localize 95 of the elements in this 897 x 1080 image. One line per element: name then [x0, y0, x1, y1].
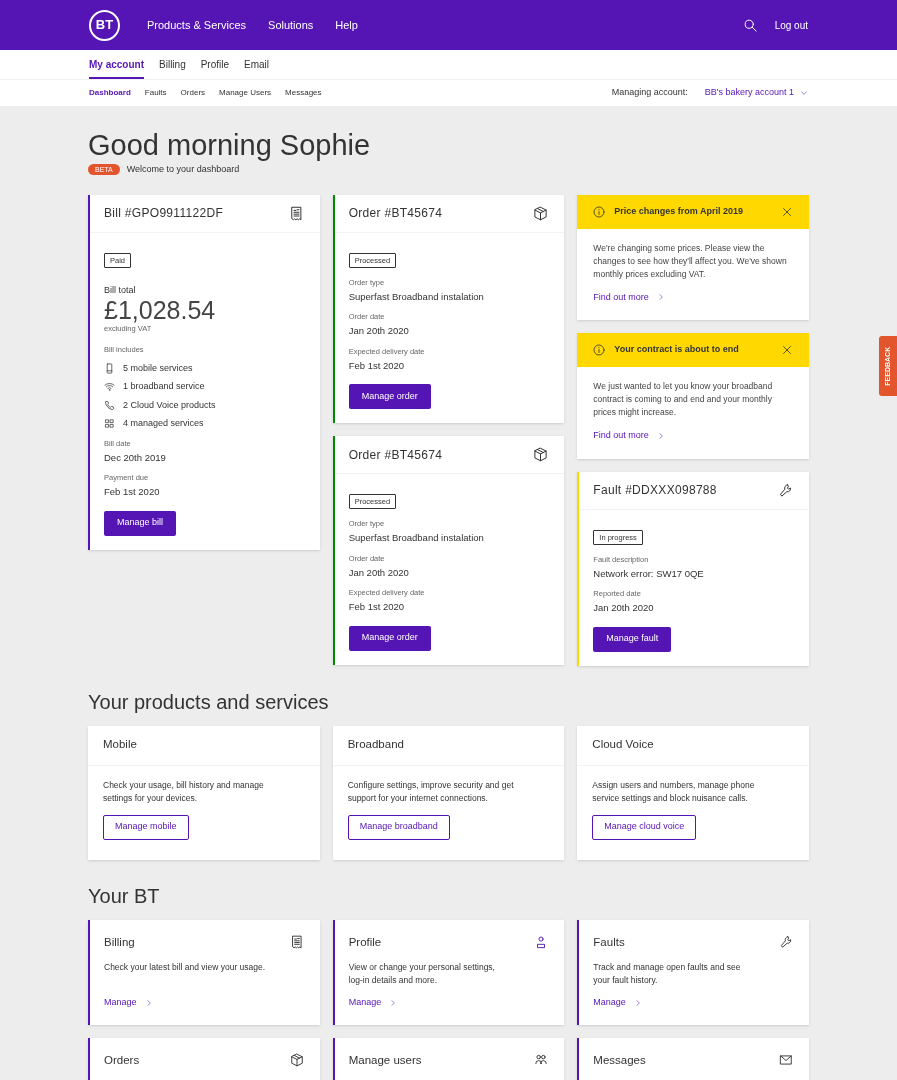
- card-title: Cloud Voice: [592, 737, 654, 753]
- account-tab[interactable]: Email: [244, 50, 270, 79]
- account-tab[interactable]: Profile: [200, 50, 230, 79]
- find-out-more-link[interactable]: Find out more: [593, 429, 665, 443]
- field-value: Feb 1st 2020: [348, 358, 406, 373]
- field-value: Feb 1st 2020: [104, 485, 161, 500]
- card-description: Check your usage, bill history and manage settings for your devices.: [103, 778, 265, 805]
- grid-icon: [104, 418, 115, 430]
- card-description: Track and manage open faults and see your fault history.: [593, 960, 742, 987]
- box-icon: [533, 447, 549, 462]
- box-icon: [533, 205, 549, 221]
- search-icon: [742, 17, 758, 33]
- bill-item: 4 managed services: [123, 417, 204, 430]
- find-out-more-link[interactable]: Find out more: [593, 290, 665, 304]
- close-button[interactable]: [781, 205, 793, 218]
- info-icon: [593, 205, 606, 218]
- receipt-icon: [288, 205, 304, 221]
- account-dropdown[interactable]: BB's bakery account 1: [704, 86, 808, 100]
- bill-item: 1 broadband service: [123, 380, 205, 393]
- manage-link[interactable]: Manage: [104, 995, 153, 1010]
- manage-button[interactable]: Manage fault: [593, 626, 672, 652]
- chevron-right-icon: [656, 431, 665, 440]
- close-button[interactable]: [781, 344, 793, 356]
- chevron-right-icon: [633, 998, 642, 1007]
- section-heading: Your BT: [88, 883, 161, 909]
- card-title: Billing: [104, 934, 135, 950]
- card-title: Profile: [348, 934, 382, 950]
- manage-button[interactable]: Manage bill: [104, 510, 177, 536]
- field-value: Jan 20th 2020: [348, 324, 410, 339]
- field-value: Feb 1st 2020: [348, 600, 406, 615]
- manage-button[interactable]: Manage order: [348, 625, 431, 651]
- chevron-right-icon: [144, 998, 153, 1007]
- bt-logo[interactable]: BT: [89, 9, 120, 41]
- nav-link[interactable]: Help: [335, 16, 358, 34]
- envelope-icon: [779, 1053, 793, 1068]
- close-icon: [781, 205, 793, 218]
- field-value: Superfast Broadband instalation: [348, 531, 485, 546]
- greeting-heading: Good morning Sophie: [88, 128, 372, 162]
- welcome-text: Welcome to your dashboard: [126, 163, 240, 176]
- notice-title: Price changes from April 2019: [614, 204, 745, 218]
- chevron-right-icon: [389, 998, 398, 1007]
- card-description: Assign users and numbers, manage phone service settings and block nuisance calls.: [592, 778, 756, 805]
- receipt-icon: [289, 935, 304, 950]
- card-title: Order #BT45674: [348, 205, 443, 222]
- field-value: Jan 20th 2020: [593, 601, 655, 616]
- sub-tab[interactable]: Messages: [285, 87, 322, 99]
- field-value: Network error: SW17 0QE: [593, 566, 705, 581]
- card-title: Mobile: [103, 737, 137, 753]
- card-title: Manage users: [348, 1052, 422, 1068]
- nav-link[interactable]: Products & Services: [147, 16, 247, 34]
- wrench-icon: [778, 482, 793, 498]
- notice-title: Your contract is about to end: [614, 343, 740, 357]
- manage-button[interactable]: Manage broadband: [347, 814, 450, 840]
- field-value: Jan 20th 2020: [348, 565, 410, 580]
- section-heading: Your products and services: [88, 689, 330, 715]
- manage-button[interactable]: Manage mobile: [103, 814, 189, 840]
- chevron-down-icon: [800, 89, 808, 97]
- chevron-right-icon: [656, 293, 665, 302]
- field-value: Superfast Broadband instalation: [348, 289, 485, 304]
- bill-item: 2 Cloud Voice products: [123, 398, 216, 412]
- wrench-icon: [779, 935, 793, 950]
- bill-total: £1,028.54: [104, 297, 217, 323]
- notice-text: We're changing some prices. Please view the changes to see how they'll affect you. We've shown monthly prices excluding VAT.: [593, 241, 788, 281]
- card-description: View or change your personal settings, log-in details and more.: [348, 960, 496, 987]
- manage-link[interactable]: Manage: [593, 995, 642, 1010]
- nav-link[interactable]: Solutions: [268, 16, 314, 34]
- card-title: Messages: [593, 1052, 646, 1068]
- bill-item: 5 mobile services: [123, 361, 193, 375]
- sub-tab[interactable]: Manage Users: [219, 87, 272, 99]
- box-icon: [289, 1053, 304, 1068]
- card-description: Configure settings, improve security and get support for your internet connections.: [347, 778, 515, 805]
- info-icon: [593, 344, 606, 356]
- card-title: Broadband: [347, 737, 404, 753]
- manage-button[interactable]: Manage cloud voice: [592, 814, 697, 840]
- card-title: Orders: [104, 1052, 140, 1068]
- notice-text: We just wanted to let you know your broadband contract is coming to and end and your monthly prices might increase.: [593, 380, 774, 419]
- card-title: Bill #GPO9911122DF: [104, 205, 223, 222]
- sub-tab[interactable]: Dashboard: [89, 87, 131, 99]
- field-label: Bill total: [104, 283, 137, 297]
- mobile-icon: [104, 362, 115, 374]
- logout-link[interactable]: Log out: [774, 17, 808, 33]
- card-description: Check your latest bill and view your usage.: [104, 960, 267, 974]
- sub-tab[interactable]: Faults: [144, 87, 167, 99]
- manage-button[interactable]: Manage order: [348, 384, 431, 409]
- card-title: Order #BT45674: [348, 446, 443, 464]
- card-title: Fault #DDXXX098788: [593, 482, 717, 499]
- manage-link[interactable]: Manage: [348, 995, 398, 1010]
- sub-tab[interactable]: Orders: [180, 87, 206, 99]
- phone-icon: [104, 399, 115, 411]
- managing-account-label: Managing account:: [611, 86, 688, 100]
- account-tab[interactable]: Billing: [159, 50, 186, 79]
- field-value: Dec 20th 2019: [104, 450, 167, 465]
- wifi-icon: [104, 381, 115, 393]
- card-title: Faults: [593, 934, 625, 950]
- close-icon: [781, 344, 793, 356]
